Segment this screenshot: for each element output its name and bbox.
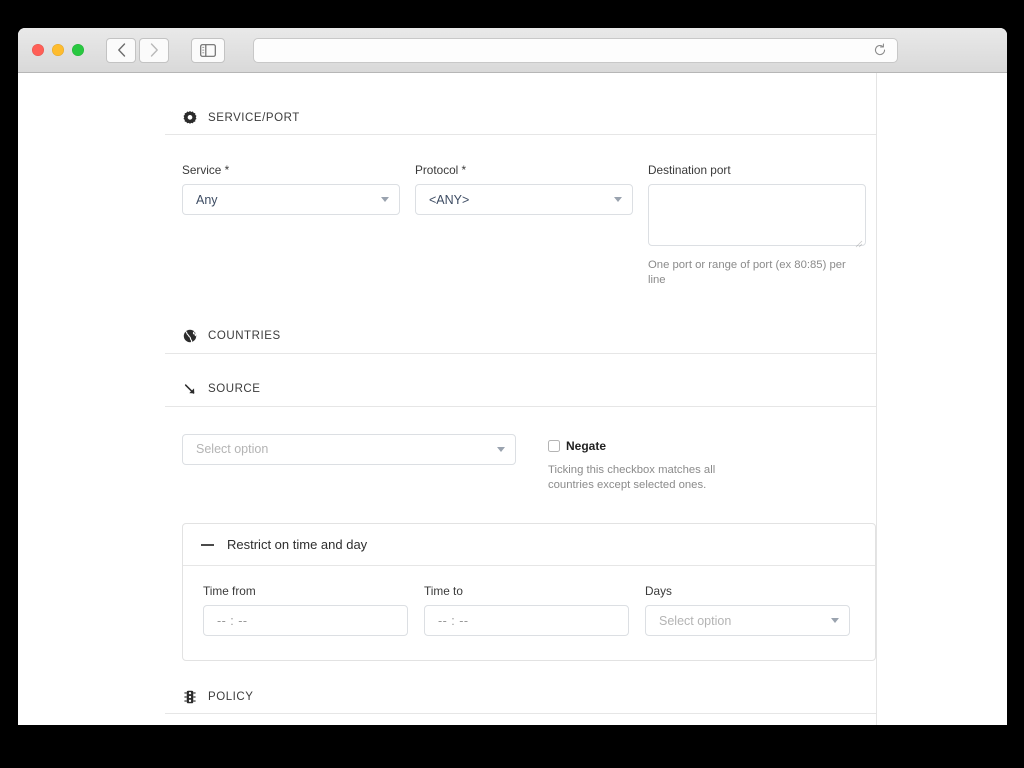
globe-icon bbox=[182, 329, 197, 344]
time-from-label: Time from bbox=[203, 584, 256, 598]
negate-field: Negate Ticking this checkbox matches all… bbox=[548, 434, 718, 494]
maximize-window-button[interactable] bbox=[72, 44, 84, 56]
service-select[interactable]: Any bbox=[182, 184, 400, 215]
days-select-placeholder: Select option bbox=[659, 613, 732, 628]
destination-port-field: Destination port One port or range of po… bbox=[648, 163, 866, 289]
destination-port-textarea[interactable] bbox=[648, 184, 866, 246]
content-right-divider bbox=[876, 73, 877, 725]
negate-help: Ticking this checkbox matches all countr… bbox=[548, 463, 716, 491]
negate-checkbox-row[interactable]: Negate bbox=[548, 439, 718, 453]
back-button[interactable] bbox=[106, 37, 136, 63]
section-title-policy: POLICY bbox=[208, 690, 254, 703]
section-header-service-port: SERVICE/PORT bbox=[165, 110, 876, 135]
section-header-countries: COUNTRIES bbox=[165, 329, 876, 354]
time-to-label: Time to bbox=[424, 584, 463, 598]
restrict-panel-header[interactable]: Restrict on time and day bbox=[183, 524, 875, 566]
destination-port-help: One port or range of port (ex 80:85) per… bbox=[648, 259, 846, 287]
days-field: Days Select option bbox=[645, 584, 850, 636]
section-header-policy: POLICY bbox=[165, 689, 876, 714]
navigation-buttons bbox=[106, 37, 169, 63]
close-window-button[interactable] bbox=[32, 44, 44, 56]
destination-port-label: Destination port bbox=[648, 163, 731, 177]
section-title-source: SOURCE bbox=[208, 383, 261, 395]
address-bar[interactable] bbox=[253, 37, 898, 63]
gear-icon bbox=[182, 110, 197, 125]
minus-icon[interactable] bbox=[201, 543, 214, 546]
chevron-down-icon bbox=[497, 446, 505, 452]
time-to-value: -- : -- bbox=[438, 613, 469, 628]
forward-button[interactable] bbox=[139, 37, 169, 63]
arrow-down-right-icon bbox=[182, 382, 197, 397]
protocol-select[interactable]: <ANY> bbox=[415, 184, 633, 215]
browser-window: SERVICE/PORT Service * Any Protocol * <A… bbox=[18, 28, 1007, 725]
service-port-row: Service * Any Protocol * <ANY> Destinati… bbox=[165, 163, 876, 289]
chevron-down-icon bbox=[831, 618, 839, 623]
restrict-panel-body: Time from -- : -- Time to -- : -- Days S… bbox=[183, 566, 875, 660]
protocol-field: Protocol * <ANY> bbox=[415, 163, 633, 289]
restrict-panel: Restrict on time and day Time from -- : … bbox=[182, 523, 876, 661]
time-from-input[interactable]: -- : -- bbox=[203, 605, 408, 636]
source-row: Select option Negate Ticking this checkb… bbox=[165, 433, 876, 494]
section-title-service-port: SERVICE/PORT bbox=[208, 111, 300, 124]
time-to-input[interactable]: -- : -- bbox=[424, 605, 629, 636]
sidebar-icon bbox=[200, 43, 216, 57]
section-title-countries: COUNTRIES bbox=[208, 330, 281, 342]
protocol-label: Protocol * bbox=[415, 163, 467, 177]
protocol-select-value: <ANY> bbox=[429, 192, 470, 207]
chevron-right-icon bbox=[150, 43, 158, 57]
time-from-field: Time from -- : -- bbox=[203, 584, 408, 636]
service-field: Service * Any bbox=[182, 163, 400, 289]
window-traffic-lights bbox=[32, 44, 84, 56]
minimize-window-button[interactable] bbox=[52, 44, 64, 56]
days-label: Days bbox=[645, 584, 672, 598]
negate-label: Negate bbox=[566, 438, 607, 453]
time-from-value: -- : -- bbox=[217, 613, 248, 628]
restrict-panel-title: Restrict on time and day bbox=[227, 537, 368, 552]
reload-icon[interactable] bbox=[873, 43, 887, 57]
page-content: SERVICE/PORT Service * Any Protocol * <A… bbox=[18, 73, 1007, 725]
source-country-select-placeholder: Select option bbox=[196, 442, 269, 456]
chevron-down-icon bbox=[381, 197, 389, 202]
source-country-select[interactable]: Select option bbox=[182, 433, 516, 465]
service-label: Service * bbox=[182, 163, 230, 177]
toggle-sidebar-button[interactable] bbox=[191, 37, 225, 63]
form-container: SERVICE/PORT Service * Any Protocol * <A… bbox=[165, 73, 876, 725]
time-to-field: Time to -- : -- bbox=[424, 584, 629, 636]
negate-checkbox[interactable] bbox=[548, 439, 560, 452]
section-header-source: SOURCE bbox=[165, 382, 876, 407]
traffic-light-icon bbox=[182, 689, 197, 704]
source-country-field: Select option bbox=[182, 433, 516, 494]
chevron-left-icon bbox=[117, 43, 125, 57]
browser-titlebar bbox=[18, 28, 1007, 73]
chevron-down-icon bbox=[614, 197, 622, 202]
days-select[interactable]: Select option bbox=[645, 605, 850, 636]
service-select-value: Any bbox=[196, 192, 218, 207]
